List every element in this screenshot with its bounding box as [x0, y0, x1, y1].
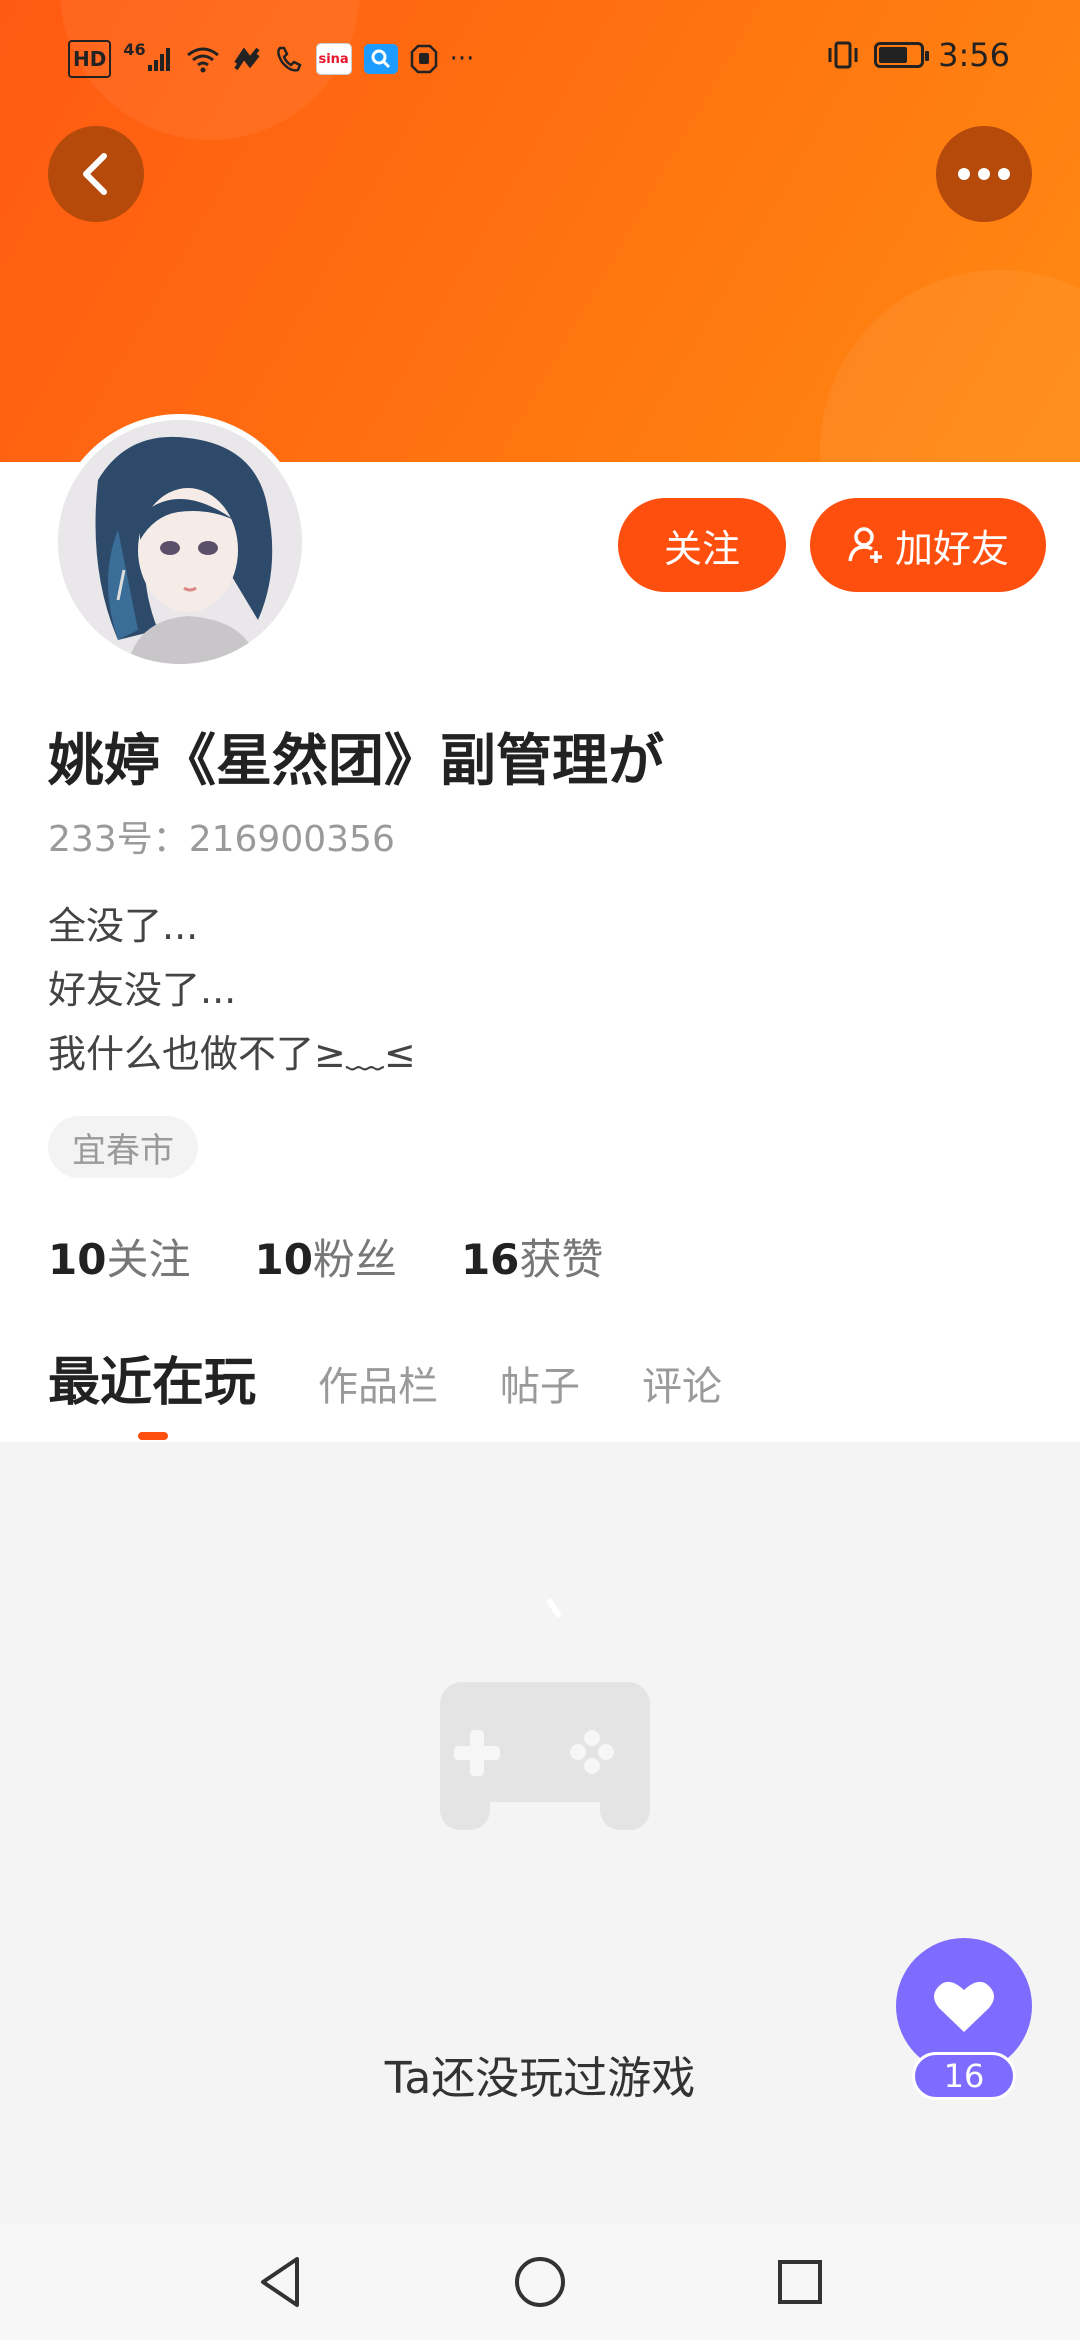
- system-nav-bar: [0, 2224, 1080, 2340]
- profile-name: 姚婷《星然团》副管理が: [48, 729, 664, 794]
- stat-likes[interactable]: 16获赞: [461, 1226, 603, 1287]
- hd-icon: HD: [68, 40, 112, 78]
- add-friend-label: 加好友: [894, 526, 1009, 571]
- stat-label: 获赞: [519, 1235, 604, 1284]
- stat-following[interactable]: 10关注: [48, 1226, 190, 1287]
- stat-label: 关注: [106, 1235, 191, 1284]
- follow-label: 关注: [663, 526, 740, 571]
- stat-followers[interactable]: 10粉丝: [254, 1226, 396, 1287]
- tab-posts[interactable]: 帖子: [500, 1354, 580, 1412]
- sina-app-icon: sina: [315, 43, 352, 75]
- heart-icon: [934, 1981, 994, 2032]
- avatar-illustration-icon: [58, 420, 302, 664]
- follow-button[interactable]: 关注: [618, 498, 786, 592]
- clock-time: 3:56: [938, 36, 1010, 74]
- user-id: 233号：216900356: [48, 819, 395, 860]
- signal-icon: 46: [123, 40, 173, 76]
- stat-number: 10: [48, 1235, 107, 1284]
- stat-number: 16: [460, 1235, 520, 1284]
- add-user-icon: [848, 527, 882, 563]
- bio-line: 好友没了...: [48, 968, 237, 1012]
- shield-hand-icon: [410, 42, 438, 76]
- more-notifications-icon: ···: [449, 44, 475, 74]
- location-tag: 宜春市: [48, 1116, 198, 1178]
- nav-home-button[interactable]: [510, 2252, 570, 2312]
- banner-decoration: [820, 270, 1080, 462]
- add-friend-button[interactable]: 加好友: [810, 498, 1046, 592]
- chevron-left-icon: [83, 153, 107, 195]
- nfc-icon: [232, 42, 262, 76]
- search-app-icon: [363, 44, 398, 74]
- stat-label: 粉丝: [312, 1235, 397, 1284]
- call-icon: [274, 42, 304, 76]
- more-options-button[interactable]: [936, 126, 1032, 222]
- status-right-icons: 3:56: [826, 36, 1010, 74]
- triangle-back-icon: [261, 2257, 299, 2307]
- circle-home-icon: [515, 2257, 565, 2307]
- bio-line: 我什么也做不了≥﹏≤: [48, 1032, 416, 1076]
- avatar[interactable]: [52, 414, 308, 670]
- nav-recents-button[interactable]: [770, 2252, 830, 2312]
- profile-bio: 全没了... 好友没了... 我什么也做不了≥﹏≤: [48, 894, 416, 1086]
- square-recents-icon: [778, 2260, 822, 2304]
- stat-number: 10: [254, 1235, 313, 1284]
- gamepad-icon: [420, 1592, 660, 1856]
- tab-comments[interactable]: 评论: [642, 1354, 722, 1412]
- tab-content: Ta还没玩过游戏: [0, 1442, 1080, 2224]
- tab-works[interactable]: 作品栏: [318, 1354, 438, 1412]
- bio-line: 全没了...: [48, 904, 199, 948]
- back-button[interactable]: [48, 126, 144, 222]
- battery-icon: [874, 42, 930, 68]
- wifi-icon: [186, 42, 220, 76]
- active-tab-indicator: [138, 1432, 168, 1440]
- profile-stats: 10关注 10粉丝 16获赞: [48, 1226, 603, 1287]
- vibrate-icon: [826, 38, 860, 72]
- like-count-badge: 16: [912, 2052, 1016, 2100]
- profile-tabs: 最近在玩 作品栏 帖子 评论: [48, 1340, 722, 1415]
- status-left-icons: HD 46 sina ···: [68, 40, 474, 78]
- more-horizontal-icon: [958, 168, 1010, 180]
- nav-back-button[interactable]: [250, 2252, 310, 2312]
- tab-recently-played[interactable]: 最近在玩: [48, 1340, 256, 1415]
- status-bar: HD 46 sina ··· 3:56: [0, 0, 1080, 120]
